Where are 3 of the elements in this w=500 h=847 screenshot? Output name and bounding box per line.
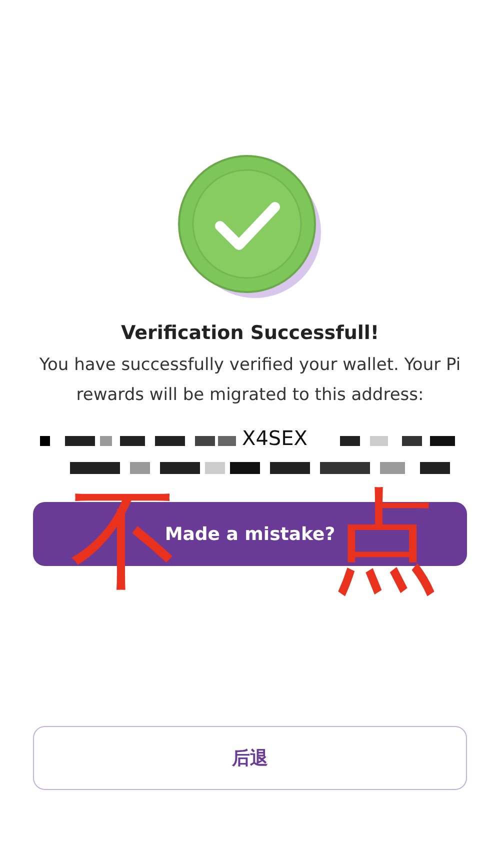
success-message: You have successfully verified your wallet. Your Pi rewards will be migrated to this address: (38, 354, 462, 407)
back-button[interactable]: 后退 (33, 726, 467, 790)
success-title: Verification Successfull! (120, 322, 380, 344)
